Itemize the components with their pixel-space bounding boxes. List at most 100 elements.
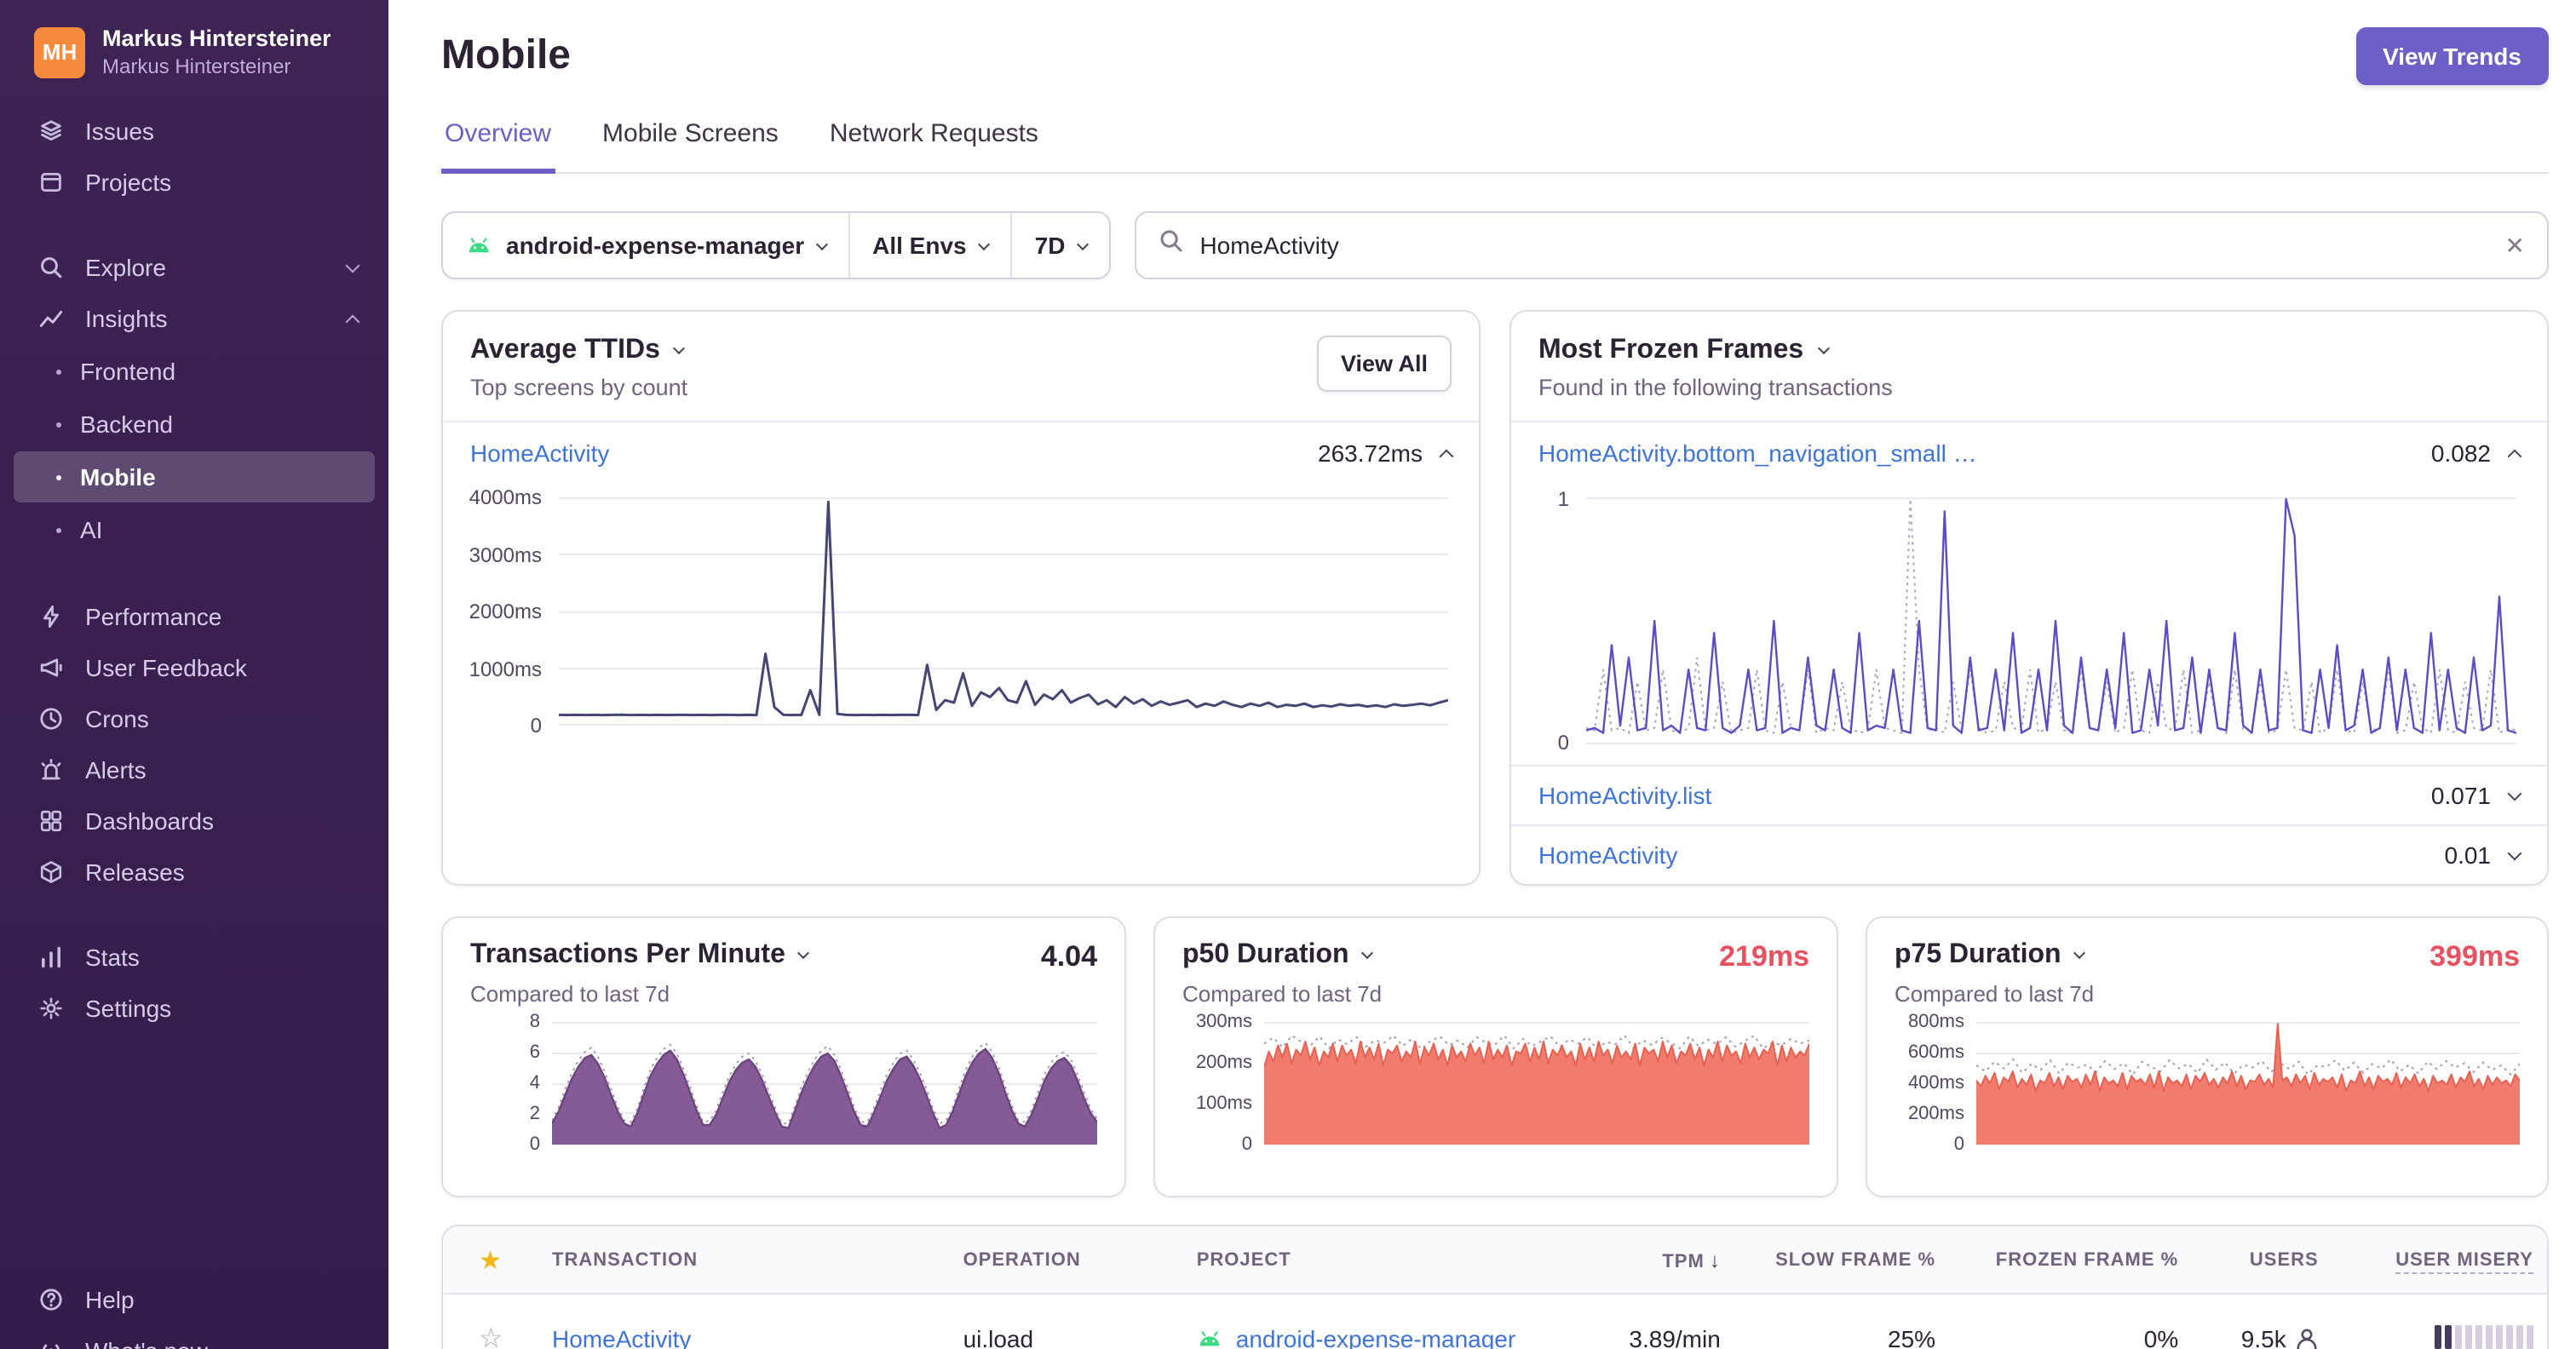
issues-icon (37, 118, 65, 145)
view-all-button[interactable]: View All (1316, 336, 1452, 392)
sidebar-item-label: Releases (85, 858, 185, 886)
frozen-transaction-row: HomeActivity 0.01 (1511, 824, 2547, 884)
sidebar-item-whats-new[interactable]: What's new (0, 1325, 388, 1349)
app-window: MH Markus Hintersteiner Markus Hinterste… (0, 0, 2576, 1349)
users-cell: 9.5k (2205, 1325, 2319, 1349)
sidebar-item-frontend[interactable]: Frontend (14, 346, 375, 397)
metric-subtitle: Compared to last 7d (1182, 981, 1383, 1007)
transaction-link[interactable]: HomeActivity.list (1538, 782, 1711, 809)
th-label: USER MISERY (2395, 1249, 2533, 1273)
project-selector[interactable]: android-expense-manager (443, 213, 848, 278)
sort-desc-icon: ↓ (1709, 1248, 1721, 1272)
th-tpm[interactable]: TPM ↓ (1575, 1248, 1734, 1272)
frozen-transaction-row: HomeActivity.bottom_navigation_small … 0… (1511, 422, 2547, 484)
y-axis-labels: 4000ms 3000ms 2000ms 1000ms 0 (467, 487, 559, 736)
y-tick: 0 (530, 714, 542, 738)
tab-mobile-screens[interactable]: Mobile Screens (599, 119, 782, 174)
th-slow-frame[interactable]: SLOW FRAME % (1734, 1249, 1949, 1270)
sidebar-item-user-feedback[interactable]: User Feedback (0, 642, 388, 693)
chevron-up-icon (345, 313, 360, 329)
user-icon (2295, 1327, 2319, 1349)
filter-bar: android-expense-manager All Envs 7D ✕ (441, 211, 2549, 279)
user-menu[interactable]: MH Markus Hintersteiner Markus Hinterste… (0, 0, 388, 106)
sidebar-item-insights[interactable]: Insights (0, 293, 388, 344)
sidebar-item-mobile[interactable]: Mobile (14, 451, 375, 502)
cube-icon (37, 858, 65, 886)
card-title-dropdown[interactable]: Most Frozen Frames (1538, 336, 1893, 366)
transaction-link[interactable]: HomeActivity (1538, 841, 1677, 869)
transaction-link[interactable]: HomeActivity (470, 439, 609, 467)
th-user-misery[interactable]: USER MISERY (2332, 1249, 2547, 1273)
sidebar-item-label: AI (80, 516, 103, 543)
sidebar-item-dashboards[interactable]: Dashboards (0, 795, 388, 847)
card-title-dropdown[interactable]: Transactions Per Minute (470, 940, 809, 971)
metric-subtitle: Compared to last 7d (470, 981, 670, 1007)
sidebar-item-ai[interactable]: AI (14, 504, 375, 555)
th-frozen-frame[interactable]: FROZEN FRAME % (1949, 1249, 2192, 1270)
y-tick: 400ms (1907, 1073, 1964, 1094)
view-trends-button[interactable]: View Trends (2355, 27, 2549, 85)
bullet-icon (56, 422, 61, 427)
chevron-down-icon (1360, 946, 1373, 960)
y-tick: 8 (529, 1012, 540, 1032)
y-tick: 4 (529, 1073, 540, 1094)
search-input[interactable] (1199, 232, 2490, 259)
y-tick: 800ms (1907, 1012, 1964, 1032)
chevron-down-icon (978, 237, 991, 250)
sidebar-item-projects[interactable]: Projects (0, 157, 388, 208)
expand-row-icon[interactable] (2507, 785, 2522, 801)
tpm-cell: 3.89/min (1629, 1325, 1721, 1349)
chevron-down-icon (673, 342, 686, 355)
sidebar-item-label: Crons (85, 705, 149, 732)
project-link[interactable]: android-expense-manager (1236, 1325, 1515, 1349)
user-org: Markus Hintersteiner (102, 55, 291, 78)
sidebar-item-help[interactable]: Help (0, 1274, 388, 1325)
p50-duration-chart (1264, 1022, 1809, 1145)
bullet-icon (56, 474, 61, 479)
sidebar-item-alerts[interactable]: Alerts (0, 744, 388, 795)
sidebar-item-performance[interactable]: Performance (0, 591, 388, 642)
environment-selector[interactable]: All Envs (848, 213, 1011, 278)
p75-duration-chart (1976, 1022, 2520, 1145)
clear-search-icon[interactable]: ✕ (2505, 233, 2525, 257)
card-title-dropdown[interactable]: p75 Duration (1895, 940, 2085, 971)
sidebar-item-releases[interactable]: Releases (0, 847, 388, 898)
sidebar-item-settings[interactable]: Settings (0, 983, 388, 1034)
card-title-dropdown[interactable]: Average TTIDs (470, 336, 687, 366)
frozen-frames-chart (1586, 497, 2516, 744)
card-title-dropdown[interactable]: p50 Duration (1182, 940, 1373, 971)
tpm-chart (552, 1022, 1097, 1145)
sidebar-item-crons[interactable]: Crons (0, 693, 388, 744)
chevron-down-icon (816, 237, 829, 250)
sidebar: MH Markus Hintersteiner Markus Hinterste… (0, 0, 388, 1349)
siren-icon (37, 756, 65, 784)
frozen-transaction-row: HomeActivity.list 0.071 (1511, 765, 2547, 824)
transaction-link[interactable]: HomeActivity.bottom_navigation_small … (1538, 439, 1977, 467)
gear-icon (37, 995, 65, 1022)
android-icon (1197, 1325, 1224, 1349)
sidebar-item-issues[interactable]: Issues (0, 106, 388, 157)
user-misery-bars (2434, 1324, 2533, 1348)
expand-row-icon[interactable] (2507, 845, 2522, 860)
y-axis-labels: 800ms 600ms 400ms 200ms 0 (1895, 1012, 1976, 1154)
transaction-link[interactable]: HomeActivity (552, 1325, 691, 1349)
sidebar-item-stats[interactable]: Stats (0, 932, 388, 983)
sidebar-item-explore[interactable]: Explore (0, 242, 388, 293)
y-axis-labels: 300ms 200ms 100ms 0 (1182, 1013, 1264, 1154)
chevron-down-icon (345, 257, 360, 273)
y-tick: 600ms (1907, 1042, 1964, 1063)
frozen-value: 0.01 (2444, 841, 2492, 869)
th-users[interactable]: USERS (2192, 1249, 2332, 1270)
date-range-selector[interactable]: 7D (1010, 213, 1110, 278)
card-title: Average TTIDs (470, 336, 660, 365)
tab-network-requests[interactable]: Network Requests (826, 119, 1042, 174)
star-outline-icon[interactable]: ☆ (479, 1325, 503, 1349)
y-tick: 0 (1557, 731, 1569, 755)
collapse-row-icon[interactable] (2507, 448, 2522, 463)
card-title: Transactions Per Minute (470, 940, 785, 969)
tab-overview[interactable]: Overview (441, 119, 555, 174)
sidebar-item-label: Issues (85, 118, 154, 145)
page-filter-group: android-expense-manager All Envs 7D (441, 211, 1112, 279)
collapse-row-icon[interactable] (1439, 448, 1454, 463)
sidebar-item-backend[interactable]: Backend (14, 399, 375, 450)
